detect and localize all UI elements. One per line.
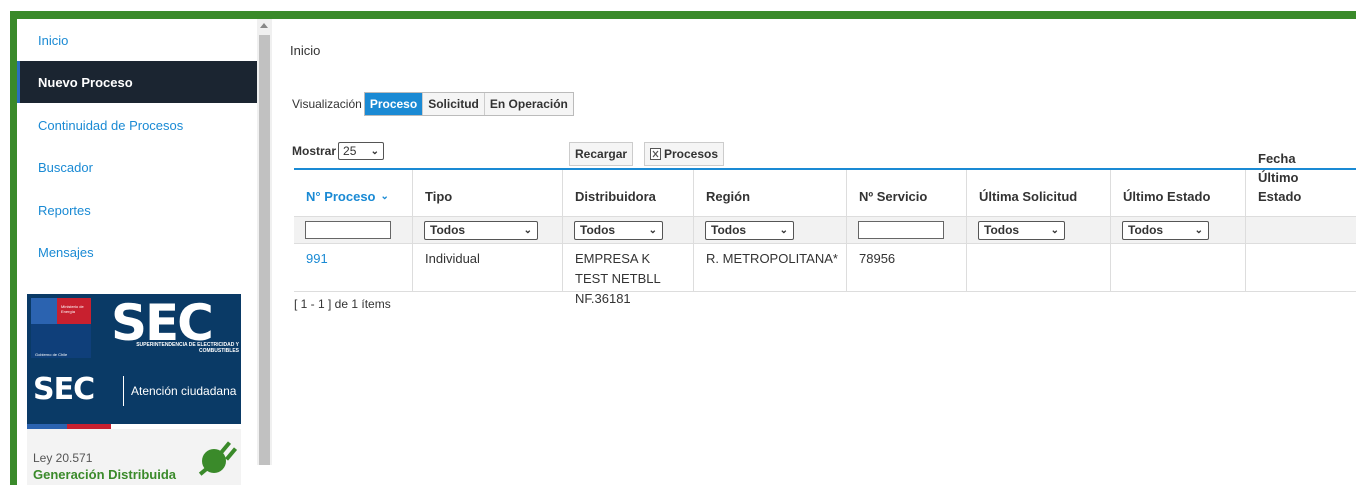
filter-distribuidora-select[interactable]: Todos ⌄ [574, 220, 663, 240]
header-ultima-solicitud[interactable]: Última Solicitud [966, 170, 1110, 216]
filter-value: Todos [711, 223, 747, 237]
atencion-ciudadana-text: Atención ciudadana [131, 384, 237, 398]
tab-proceso[interactable]: Proceso [364, 93, 424, 115]
gov-footer-text: Gobierno de Chile [35, 352, 68, 357]
chevron-down-icon: ⌄ [370, 145, 380, 157]
page-size-control: Mostrar 25 ⌄ [292, 142, 385, 160]
header-n-proceso[interactable]: N° Proceso ⌄ [294, 170, 412, 216]
tab-en-operacion[interactable]: En Operación [484, 93, 573, 115]
header-label: Región [706, 189, 751, 204]
filter-ultima-solicitud-select[interactable]: Todos ⌄ [978, 220, 1065, 240]
filter-proceso-cell [294, 217, 412, 243]
filter-value: Todos [580, 223, 616, 237]
cell-fecha [1245, 244, 1356, 291]
sec-subtitle: SUPERINTENDENCIA DE ELECTRICIDAD Y COMBU… [136, 342, 239, 354]
header-label: Tipo [425, 189, 453, 204]
gov-star-block [31, 298, 57, 324]
filter-ultima-solicitud-cell: Todos ⌄ [966, 217, 1110, 243]
filter-row: Todos ⌄ Todos ⌄ Todos ⌄ Todos ⌄ Todos ⌄ [294, 216, 1356, 244]
header-distribuidora[interactable]: Distribuidora [562, 170, 693, 216]
chevron-down-icon: ⌄ [1194, 224, 1203, 236]
proceso-link[interactable]: 991 [306, 251, 328, 266]
chevron-down-icon: ⌄ [779, 224, 788, 236]
scroll-up-icon[interactable] [260, 23, 268, 28]
gov-ministry-text: Ministerio de Energía [61, 304, 84, 314]
filter-region-cell: Todos ⌄ [693, 217, 846, 243]
scrollbar-thumb[interactable] [259, 35, 270, 465]
recargar-label: Recargar [575, 147, 628, 161]
gobierno-logo: Ministerio de Energía Gobierno de Chile [31, 298, 91, 358]
cell-distribuidora: EMPRESA K TEST NETBLL NF.36181 [562, 244, 693, 306]
mostrar-label: Mostrar [292, 144, 337, 158]
header-label: Último Estado [1123, 189, 1211, 204]
header-label: Última Solicitud [979, 189, 1078, 204]
cell-ultima-solicitud [966, 244, 1110, 291]
table-header: N° Proceso ⌄ Tipo Distribuidora Región N… [294, 151, 1356, 216]
sidebar-item-continuidad[interactable]: Continuidad de Procesos [17, 104, 257, 146]
top-band [0, 0, 1356, 11]
header-label: Nº Servicio [859, 189, 928, 204]
excel-file-icon [650, 148, 661, 160]
breadcrumb: Inicio [290, 43, 321, 58]
filter-value: Todos [1128, 223, 1164, 237]
header-tipo[interactable]: Tipo [412, 170, 562, 216]
generacion-distribuida-banner[interactable]: Ley 20.571 Generación Distribuida [27, 429, 241, 485]
sec-logo-small: SEC [33, 372, 95, 407]
sec-banner[interactable]: Ministerio de Energía Gobierno de Chile … [27, 294, 241, 424]
banner-divider [123, 376, 124, 406]
filter-region-select[interactable]: Todos ⌄ [705, 220, 794, 240]
chevron-down-icon: ⌄ [648, 224, 657, 236]
view-tabs: Proceso Solicitud En Operación [363, 92, 574, 116]
pager-info: [ 1 - 1 ] de 1 ítems [294, 297, 391, 311]
procesos-label: Procesos [664, 147, 719, 161]
filter-value: Todos [984, 223, 1020, 237]
recargar-button[interactable]: Recargar [569, 142, 634, 166]
table-row[interactable]: 991 Individual EMPRESA K TEST NETBLL NF.… [294, 244, 1356, 306]
page-size-select[interactable]: 25 ⌄ [338, 142, 385, 160]
cell-ultimo-estado [1110, 244, 1245, 291]
visualization-toolbar: Visualización Proceso Solicitud En Opera… [292, 92, 574, 116]
filter-proceso-input[interactable] [305, 221, 391, 239]
sidebar-item-nuevo-proceso[interactable]: Nuevo Proceso [17, 61, 257, 103]
header-n-servicio[interactable]: Nº Servicio [846, 170, 966, 216]
cell-proceso[interactable]: 991 [294, 244, 412, 291]
filter-ultimo-estado-cell: Todos ⌄ [1110, 217, 1245, 243]
filter-value: Todos [430, 223, 466, 237]
ley-text: Ley 20.571 [33, 451, 93, 465]
filter-fecha-cell [1245, 217, 1356, 243]
gd-title: Generación Distribuida [33, 467, 177, 482]
header-region[interactable]: Región [693, 170, 846, 216]
procesos-export-button[interactable]: Procesos [644, 142, 725, 166]
sidebar-item-buscador[interactable]: Buscador [17, 146, 257, 188]
sidebar-item-inicio[interactable]: Inicio [17, 19, 257, 61]
page-size-value: 25 [343, 144, 357, 158]
sort-down-icon: ⌄ [380, 191, 389, 202]
cell-servicio: 78956 [846, 244, 966, 291]
header-label: Fecha Último Estado [1258, 151, 1302, 204]
filter-servicio-cell [846, 217, 966, 243]
cell-region: R. METROPOLITANA* [693, 244, 846, 291]
cell-tipo: Individual [412, 244, 562, 291]
sidebar-item-mensajes[interactable]: Mensajes [17, 231, 257, 273]
filter-tipo-select[interactable]: Todos ⌄ [424, 220, 538, 240]
filter-distribuidora-cell: Todos ⌄ [562, 217, 693, 243]
sidebar-item-reportes[interactable]: Reportes [17, 189, 257, 231]
chevron-down-icon: ⌄ [1050, 224, 1059, 236]
visualizacion-label: Visualización [292, 97, 362, 111]
sidebar-scrollbar[interactable] [257, 19, 272, 465]
filter-ultimo-estado-select[interactable]: Todos ⌄ [1122, 220, 1209, 240]
header-label: Distribuidora [575, 189, 656, 204]
filter-tipo-cell: Todos ⌄ [412, 217, 562, 243]
header-label: N° Proceso [306, 189, 376, 204]
plug-icon [198, 441, 237, 476]
header-ultimo-estado[interactable]: Último Estado [1110, 170, 1245, 216]
filter-servicio-input[interactable] [858, 221, 944, 239]
chevron-down-icon: ⌄ [523, 224, 532, 236]
tab-solicitud[interactable]: Solicitud [423, 93, 485, 115]
header-fecha-ultimo-estado[interactable]: Fecha Último Estado [1245, 151, 1356, 216]
